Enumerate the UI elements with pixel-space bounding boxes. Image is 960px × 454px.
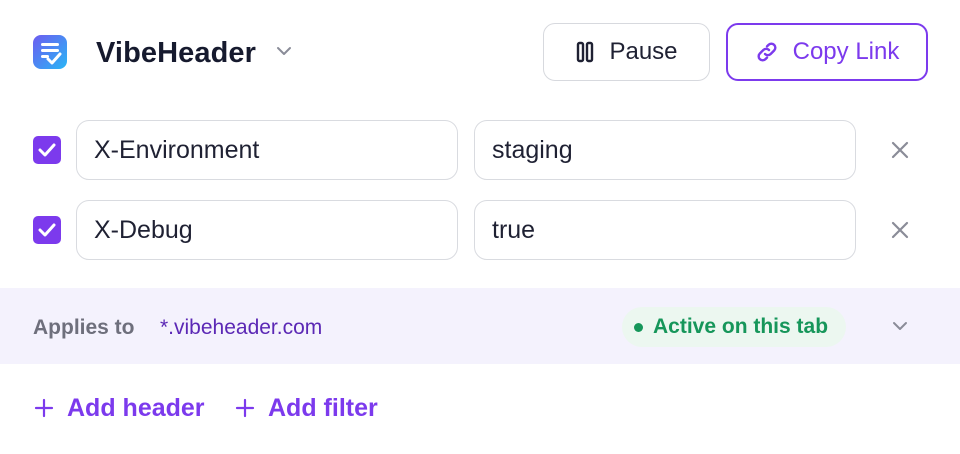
status-dot-icon — [634, 322, 643, 332]
pause-button-label: Pause — [609, 38, 678, 65]
close-icon — [891, 221, 909, 239]
header-bar: VibeHeader Pause Copy Link — [0, 0, 960, 104]
status-badge: Active on this tab — [622, 307, 847, 347]
vibeheader-popup: VibeHeader Pause Copy Link X-Environment… — [0, 0, 960, 454]
header-value-input[interactable] — [474, 120, 856, 180]
chevron-down-icon[interactable] — [276, 45, 292, 57]
status-text: Active on this tab — [653, 315, 829, 338]
header-value-input[interactable] — [474, 200, 856, 260]
header-name-input[interactable] — [76, 200, 458, 260]
header-name-input[interactable] — [76, 120, 458, 180]
header-row — [0, 120, 960, 180]
remove-header-button[interactable] — [889, 139, 911, 161]
remove-header-button[interactable] — [889, 219, 911, 241]
applies-to-label: Applies to — [33, 316, 135, 339]
plus-icon — [34, 398, 54, 418]
chevron-down-icon[interactable] — [892, 321, 908, 332]
add-header-button[interactable]: Add header — [34, 392, 205, 424]
profile-name[interactable]: VibeHeader — [96, 36, 256, 70]
checkmark-icon — [38, 143, 56, 157]
add-header-label: Add header — [67, 393, 205, 422]
copy-link-label: Copy Link — [792, 38, 900, 65]
pause-icon — [577, 41, 594, 63]
header-row — [0, 200, 960, 260]
add-filter-button[interactable]: Add filter — [235, 392, 378, 424]
filter-domain[interactable]: *.vibeheader.com — [160, 316, 322, 340]
add-filter-label: Add filter — [268, 393, 378, 422]
plus-icon — [235, 398, 255, 418]
filter-bar[interactable]: Applies to *.vibeheader.com Active on th… — [0, 288, 960, 364]
link-icon — [757, 42, 777, 62]
checkmark-icon — [38, 223, 56, 237]
header-enabled-checkbox[interactable] — [33, 216, 61, 244]
close-icon — [891, 141, 909, 159]
pause-button[interactable]: Pause — [543, 23, 710, 81]
document-check-icon — [33, 35, 67, 69]
header-enabled-checkbox[interactable] — [33, 136, 61, 164]
copy-link-button[interactable]: Copy Link — [726, 23, 928, 81]
